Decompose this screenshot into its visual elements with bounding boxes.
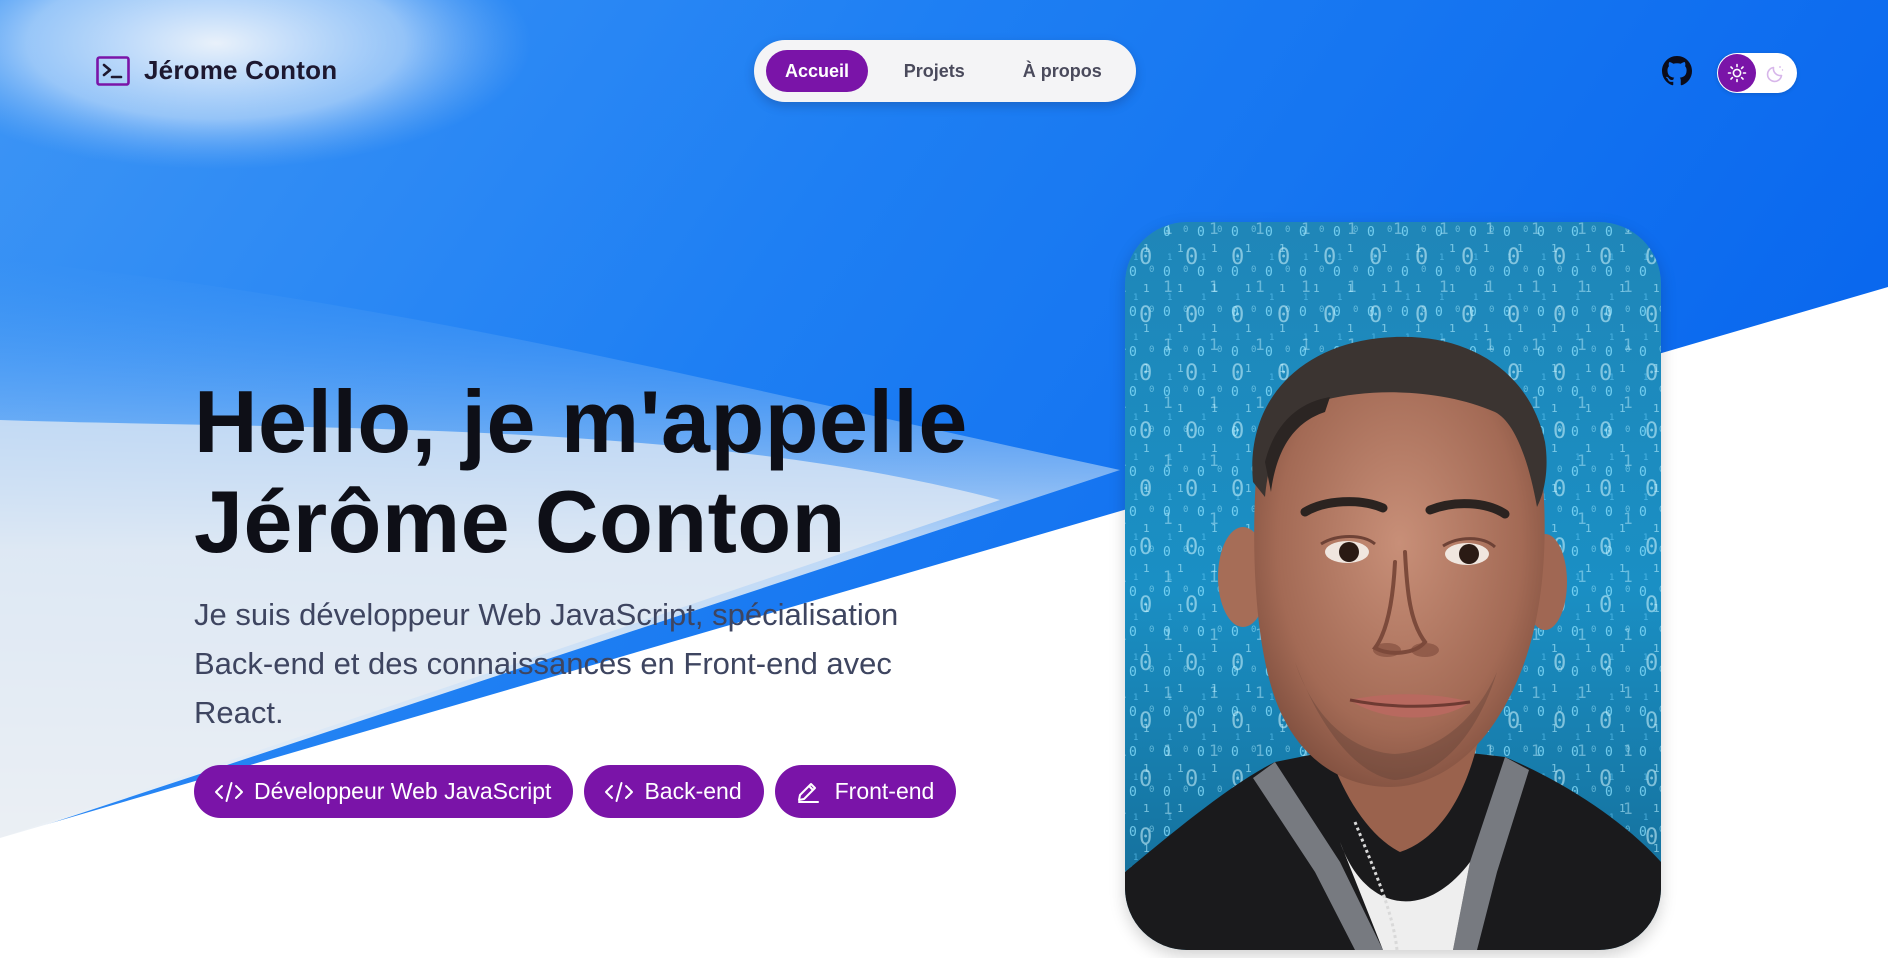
github-icon[interactable]: [1662, 56, 1692, 86]
nav-item-projets[interactable]: Projets: [878, 50, 991, 92]
moon-icon: [1766, 63, 1786, 83]
main-nav: Accueil Projets À propos: [754, 40, 1136, 102]
hero-title-line2: Jérôme Conton: [194, 472, 846, 571]
tag-label: Front-end: [834, 778, 935, 804]
brand-link[interactable]: Jérome Conton: [96, 55, 337, 86]
tag-label: Développeur Web JavaScript: [254, 778, 552, 804]
theme-toggle[interactable]: [1717, 53, 1797, 93]
site-header: Jérome Conton Accueil Projets À propos: [0, 0, 1888, 140]
nav-item-accueil[interactable]: Accueil: [766, 50, 868, 92]
tag-label: Back-end: [644, 778, 742, 804]
code-icon: [604, 780, 634, 804]
tag-developpeur-web-javascript[interactable]: Développeur Web JavaScript: [194, 765, 574, 818]
brand-name: Jérome Conton: [144, 55, 338, 85]
portrait-illustration: 0 1 1 0 0 1: [1125, 222, 1661, 950]
hero-section: Hello, je m'appelle Jérôme Conton Je sui…: [194, 372, 1044, 818]
sun-icon: [1718, 54, 1756, 92]
hero-title-line1: Hello, je m'appelle: [194, 372, 968, 471]
hero-subtitle: Je suis développeur Web JavaScript, spéc…: [194, 597, 899, 730]
nav-item-a-propos[interactable]: À propos: [1001, 50, 1124, 92]
tag-front-end[interactable]: Front-end: [774, 765, 957, 818]
pencil-icon: [795, 780, 825, 804]
hero-title: Hello, je m'appelle Jérôme Conton: [194, 372, 1044, 572]
tag-back-end[interactable]: Back-end: [584, 765, 764, 818]
code-icon: [214, 780, 244, 804]
profile-photo: 0 1 1 0 0 1: [1125, 222, 1661, 950]
skill-tags: Développeur Web JavaScript Back-end Fron…: [194, 765, 1044, 818]
terminal-icon: [96, 55, 130, 86]
